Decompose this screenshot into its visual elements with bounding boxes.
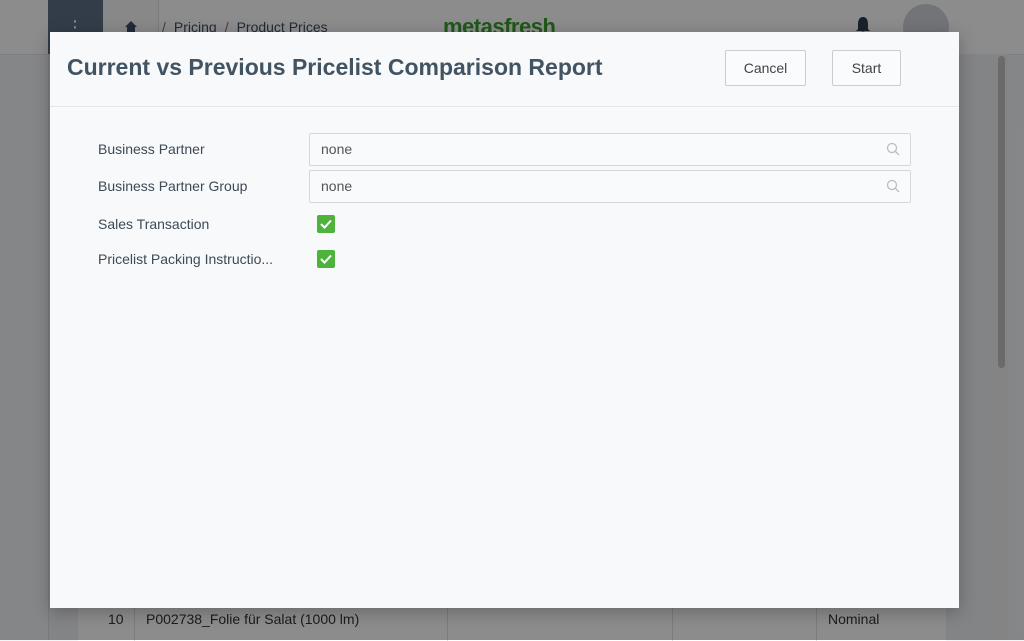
pricelist-packing-checkbox[interactable] [317,250,335,268]
sales-transaction-checkbox[interactable] [317,215,335,233]
dialog-title: Current vs Previous Pricelist Comparison… [67,54,603,80]
business-partner-value: none [321,141,353,157]
cancel-button[interactable]: Cancel [725,50,806,86]
check-icon [320,219,332,229]
business-partner-group-lookup[interactable]: none [309,170,911,203]
start-button[interactable]: Start [832,50,901,86]
dialog-header: Current vs Previous Pricelist Comparison… [50,32,959,107]
search-icon[interactable] [886,179,900,193]
report-dialog: Current vs Previous Pricelist Comparison… [50,32,959,608]
pricelist-packing-label: Pricelist Packing Instructio... [98,251,274,267]
sales-transaction-label: Sales Transaction [98,216,210,232]
business-partner-group-label: Business Partner Group [98,178,248,194]
search-icon[interactable] [886,142,900,156]
business-partner-label: Business Partner [98,141,205,157]
business-partner-lookup[interactable]: none [309,133,911,166]
check-icon [320,254,332,264]
business-partner-group-value: none [321,178,353,194]
